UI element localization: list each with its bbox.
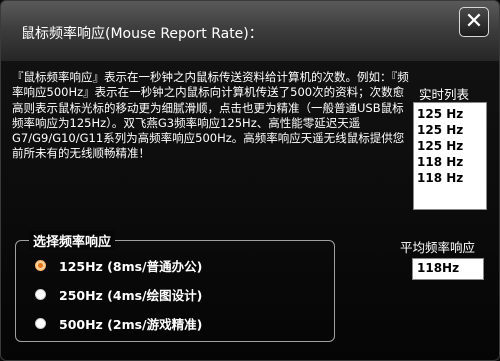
description-text: 『鼠标频率响应』表示在一秒钟之内鼠标传送资料给计算机的次数。例如：『频率响应50… [12,70,409,161]
realtime-list-item: 118 Hz [417,171,464,185]
realtime-list-item: 125 Hz [417,123,464,137]
radio-option-125hz[interactable]: 125Hz (8ms/普通办公) [35,256,202,275]
realtime-list[interactable]: 125 Hz 125 Hz 125 Hz 118 Hz 118 Hz [413,102,487,210]
close-icon: ✕ [464,9,484,34]
radio-label-500hz: 500Hz (2ms/游戏精准) [59,317,203,332]
radio-button-500hz[interactable] [35,318,46,329]
mouse-report-rate-window: 鼠标频率响应(Mouse Report Rate)： ✕ 『鼠标频率响应』表示在… [0,0,500,361]
radio-button-250hz[interactable] [35,289,46,300]
radio-option-250hz[interactable]: 250Hz (4ms/绘图设计) [35,285,202,304]
title-bar: 鼠标频率响应(Mouse Report Rate)： ✕ [1,1,499,61]
rate-selection-legend: 选择频率响应 [29,231,116,250]
radio-label-250hz: 250Hz (4ms/绘图设计) [59,288,203,303]
realtime-list-label: 实时列表 [419,87,470,102]
realtime-list-item: 125 Hz [417,107,464,121]
radio-button-125hz[interactable] [35,260,46,271]
window-title: 鼠标频率响应(Mouse Report Rate)： [21,26,263,42]
realtime-list-item: 125 Hz [417,139,464,153]
realtime-list-item: 118 Hz [417,155,464,169]
radio-option-500hz[interactable]: 500Hz (2ms/游戏精准) [35,314,202,333]
radio-label-125hz: 125Hz (8ms/普通办公) [59,259,203,274]
close-button[interactable]: ✕ [459,7,489,37]
average-rate-label: 平均频率响应 [400,240,476,255]
average-rate-field: 118Hz [412,258,484,280]
